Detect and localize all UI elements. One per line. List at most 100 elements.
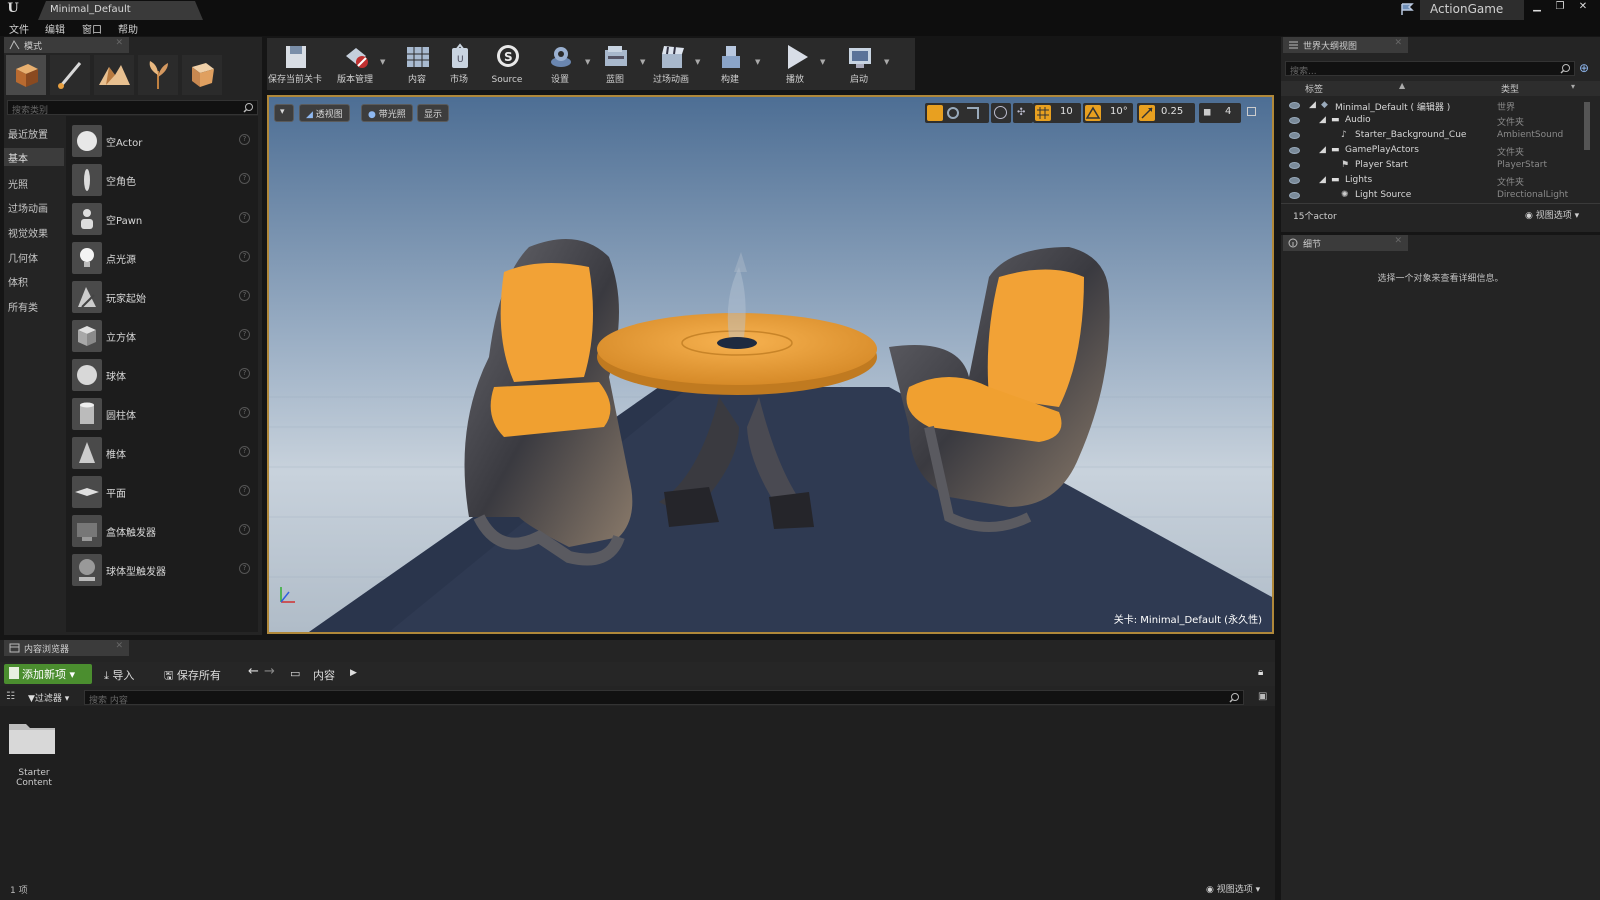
chevron-down-icon[interactable]: ▼ bbox=[820, 58, 828, 78]
translate-icon[interactable] bbox=[927, 105, 943, 121]
category-visual-effects[interactable]: 视觉效果 bbox=[8, 225, 48, 240]
tree-arrow-icon[interactable]: ◢ bbox=[1309, 100, 1316, 110]
build-button[interactable]: 构建 bbox=[702, 40, 758, 88]
visibility-eye-icon[interactable] bbox=[1289, 117, 1300, 124]
lit-mode-button[interactable]: ● 带光照 bbox=[361, 104, 413, 122]
outliner-row[interactable]: ✺ Light Source DirectionalLight bbox=[1281, 189, 1600, 204]
play-button[interactable]: 播放 bbox=[767, 40, 823, 88]
lock-icon[interactable]: 🔒︎ bbox=[1258, 667, 1263, 678]
close-icon[interactable]: ✕ bbox=[1394, 236, 1402, 246]
placeable-point-light[interactable]: 点光源? bbox=[66, 239, 258, 277]
level-tab[interactable]: Minimal_Default bbox=[38, 1, 203, 20]
world-outliner-tab[interactable]: 世界大纲视图 ✕ bbox=[1283, 37, 1408, 53]
col-label-header[interactable]: 标签 bbox=[1305, 82, 1323, 95]
foliage-mode-button[interactable] bbox=[138, 55, 178, 95]
placeable-cylinder[interactable]: 圆柱体? bbox=[66, 395, 258, 433]
scale-snap-control[interactable]: 0.25 bbox=[1137, 103, 1195, 123]
place-mode-button[interactable] bbox=[6, 55, 46, 95]
details-tab[interactable]: 细节 ✕ bbox=[1283, 235, 1408, 251]
rotation-snap-icon[interactable] bbox=[1085, 105, 1101, 121]
path-arrow-icon[interactable]: ▶ bbox=[350, 668, 357, 678]
help-icon[interactable]: ? bbox=[239, 212, 250, 223]
cinematics-button[interactable]: 过场动画 bbox=[643, 40, 699, 88]
rotate-icon[interactable] bbox=[947, 107, 959, 119]
placeable-cube[interactable]: 立方体? bbox=[66, 317, 258, 355]
minimize-button[interactable]: ▁ bbox=[1526, 0, 1548, 14]
help-icon[interactable]: ? bbox=[239, 173, 250, 184]
placeable-plane[interactable]: 平面? bbox=[66, 473, 258, 511]
help-icon[interactable]: ? bbox=[239, 485, 250, 496]
menu-file[interactable]: 文件 bbox=[9, 21, 29, 36]
visibility-eye-icon[interactable] bbox=[1289, 102, 1300, 109]
visibility-eye-icon[interactable] bbox=[1289, 162, 1300, 169]
pin-icon[interactable]: ⊕ bbox=[1579, 61, 1593, 75]
help-icon[interactable]: ? bbox=[239, 251, 250, 262]
chevron-down-icon[interactable]: ▼ bbox=[755, 58, 763, 78]
outliner-search-input[interactable]: 搜索... bbox=[1285, 61, 1575, 77]
save-all-button[interactable]: 🖫 保存所有 bbox=[164, 667, 221, 686]
save-level-button[interactable]: 保存当前关卡 bbox=[267, 40, 323, 88]
filters-button[interactable]: ▼过滤器 ▾ bbox=[28, 691, 69, 704]
camera-speed-value[interactable]: 4 bbox=[1225, 106, 1231, 117]
paint-mode-button[interactable] bbox=[50, 55, 90, 95]
placeable-box-trigger[interactable]: 盒体触发器? bbox=[66, 512, 258, 550]
chevron-down-icon[interactable]: ▼ bbox=[380, 58, 388, 78]
help-icon[interactable]: ? bbox=[239, 407, 250, 418]
outliner-row[interactable]: ◢ ▬ Lights 文件夹 bbox=[1281, 174, 1600, 189]
category-lights[interactable]: 光照 bbox=[8, 176, 28, 191]
landscape-mode-button[interactable] bbox=[94, 55, 134, 95]
scale-snap-value[interactable]: 0.25 bbox=[1161, 106, 1183, 117]
close-button[interactable]: ✕ bbox=[1572, 0, 1594, 14]
source-button[interactable]: S Source bbox=[479, 40, 535, 88]
grid-snap-icon[interactable] bbox=[1035, 105, 1051, 121]
maximize-button[interactable]: ❐ bbox=[1549, 0, 1571, 14]
rotation-snap-control[interactable]: 10° bbox=[1083, 103, 1133, 123]
outliner-row[interactable]: ◢ ▬ GamePlayActors 文件夹 bbox=[1281, 144, 1600, 159]
modes-tab[interactable]: 模式 ✕ bbox=[4, 37, 129, 53]
help-icon[interactable]: ? bbox=[239, 290, 250, 301]
outliner-row[interactable]: ⚑ Player Start PlayerStart bbox=[1281, 159, 1600, 174]
content-view-options-button[interactable]: ◉ 视图选项 ▾ bbox=[1206, 882, 1260, 895]
placeable-player-start[interactable]: 玩家起始? bbox=[66, 278, 258, 316]
visibility-eye-icon[interactable] bbox=[1289, 147, 1300, 154]
placeable-empty-character[interactable]: 空角色? bbox=[66, 161, 258, 199]
import-button[interactable]: ⤓ 导入 bbox=[104, 667, 134, 683]
content-search-input[interactable]: 搜索 内容 bbox=[84, 690, 1244, 706]
help-icon[interactable]: ? bbox=[239, 134, 250, 145]
placeable-empty-actor[interactable]: 空Actor? bbox=[66, 122, 258, 160]
outliner-row[interactable]: ♪ Starter_Background_Cue AmbientSound bbox=[1281, 129, 1600, 144]
content-browser-tab[interactable]: 内容浏览器 ✕ bbox=[4, 640, 129, 656]
viewport-options-button[interactable]: ▾ bbox=[274, 104, 294, 122]
level-viewport[interactable]: ▾ ◢ 透视图 ● 带光照 显示 ✣ 10 10° 0.25 ◼ 4 关卡: M… bbox=[267, 95, 1274, 634]
perspective-button[interactable]: ◢ 透视图 bbox=[299, 104, 350, 122]
help-icon[interactable]: ? bbox=[239, 329, 250, 340]
outliner-view-options-button[interactable]: ◉ 视图选项 ▾ bbox=[1525, 208, 1579, 221]
tree-arrow-icon[interactable]: ◢ bbox=[1319, 115, 1326, 125]
tree-arrow-icon[interactable]: ◢ bbox=[1319, 175, 1326, 185]
grid-snap-value[interactable]: 10 bbox=[1060, 106, 1073, 117]
launch-button[interactable]: 启动 bbox=[831, 40, 887, 88]
close-icon[interactable]: ✕ bbox=[115, 641, 123, 651]
outliner-row[interactable]: ◢ ◆ Minimal_Default ( 编辑器 ) 世界 bbox=[1281, 99, 1600, 114]
forward-arrow-icon[interactable]: → bbox=[264, 664, 275, 679]
folder-tile[interactable]: Starter Content bbox=[6, 718, 62, 794]
chevron-down-icon[interactable]: ▼ bbox=[884, 58, 892, 78]
world-local-button[interactable] bbox=[991, 103, 1011, 123]
chevron-down-icon[interactable]: ▾ bbox=[1571, 82, 1575, 91]
camera-speed-control[interactable]: ◼ 4 bbox=[1199, 103, 1241, 123]
category-search-input[interactable]: 搜索类别 bbox=[7, 100, 258, 116]
menu-window[interactable]: 窗口 bbox=[82, 21, 102, 36]
maximize-viewport-icon[interactable] bbox=[1247, 107, 1256, 116]
save-search-icon[interactable]: ▣ bbox=[1258, 691, 1267, 702]
outliner-scrollbar[interactable] bbox=[1584, 102, 1590, 150]
help-icon[interactable]: ? bbox=[239, 563, 250, 574]
visibility-eye-icon[interactable] bbox=[1289, 177, 1300, 184]
settings-button[interactable]: 设置 bbox=[532, 40, 588, 88]
source-control-button[interactable]: 版本管理 bbox=[327, 40, 383, 88]
category-recent[interactable]: 最近放置 bbox=[8, 126, 48, 141]
surface-snap-button[interactable]: ✣ bbox=[1013, 103, 1033, 123]
help-icon[interactable]: ? bbox=[239, 524, 250, 535]
geometry-mode-button[interactable] bbox=[182, 55, 222, 95]
placeable-sphere[interactable]: 球体? bbox=[66, 356, 258, 394]
category-cinematic[interactable]: 过场动画 bbox=[8, 200, 48, 215]
